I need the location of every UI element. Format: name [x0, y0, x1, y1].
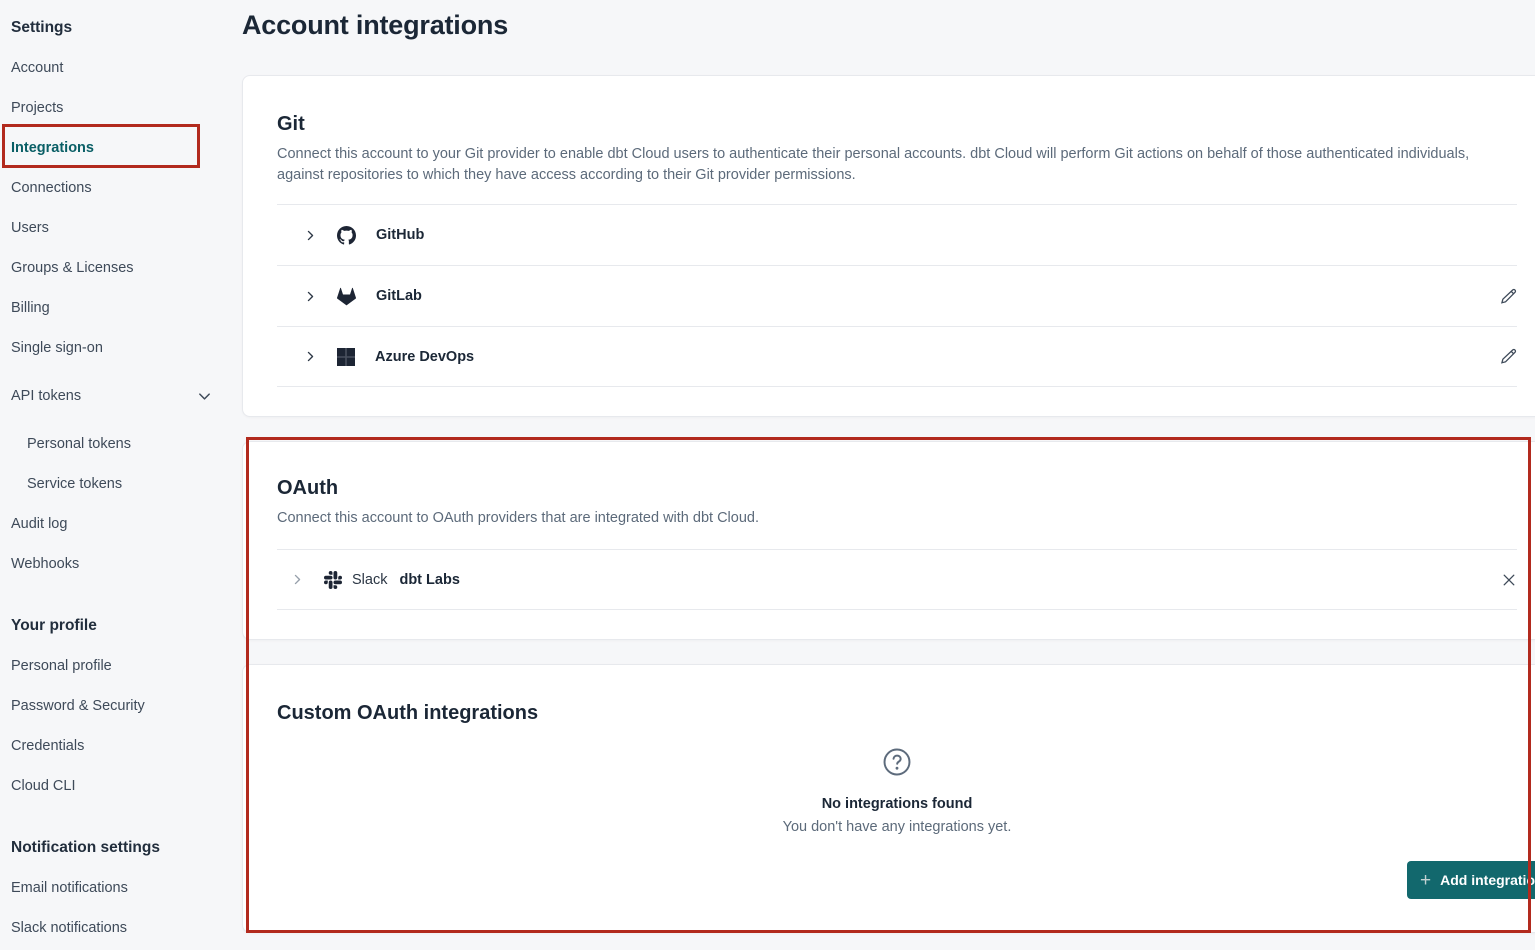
- azure-devops-icon: [337, 348, 355, 366]
- sidebar-item-label: Users: [11, 220, 49, 236]
- sidebar-item-email-notifications[interactable]: Email notifications: [0, 868, 242, 908]
- sidebar-item-label: Your profile: [11, 617, 97, 635]
- sidebar-item-cloud-cli[interactable]: Cloud CLI: [0, 766, 242, 806]
- sidebar-item-integrations[interactable]: Integrations: [0, 128, 242, 168]
- close-icon[interactable]: [1501, 572, 1517, 588]
- sidebar-item-label: Credentials: [11, 738, 84, 754]
- sidebar-item-personal-tokens[interactable]: Personal tokens: [0, 424, 242, 464]
- slack-icon: [324, 571, 342, 589]
- git-section-description: Connect this account to your Git provide…: [277, 144, 1517, 186]
- oauth-provider-label: Slack: [352, 572, 387, 588]
- sidebar-item-groups-and-licenses[interactable]: Groups & Licenses: [0, 248, 242, 288]
- git-provider-label: GitHub: [376, 227, 424, 243]
- git-provider-label: GitLab: [376, 288, 422, 304]
- sidebar-item-users[interactable]: Users: [0, 208, 242, 248]
- sidebar-header-settings: Settings: [0, 8, 242, 48]
- git-provider-list: GitHub GitLab Azure DevOps: [277, 204, 1517, 387]
- sidebar-item-connections[interactable]: Connections: [0, 168, 242, 208]
- chevron-right-icon[interactable]: [304, 229, 317, 242]
- question-circle-icon: [882, 747, 912, 782]
- sidebar-item-label: Personal tokens: [27, 436, 131, 452]
- sidebar-item-webhooks[interactable]: Webhooks: [0, 544, 242, 584]
- sidebar-item-personal-profile[interactable]: Personal profile: [0, 646, 242, 686]
- sidebar-item-label: Audit log: [11, 516, 67, 532]
- oauth-section: OAuth Connect this account to OAuth prov…: [242, 441, 1535, 640]
- oauth-section-heading: OAuth: [277, 476, 1517, 500]
- empty-state: No integrations found You don't have any…: [277, 747, 1517, 835]
- git-section-heading: Git: [277, 112, 1517, 136]
- oauth-integration-list: Slack dbt Labs: [277, 549, 1517, 610]
- sidebar-item-label: Groups & Licenses: [11, 260, 134, 276]
- chevron-right-icon[interactable]: [291, 573, 304, 586]
- sidebar-item-label: Cloud CLI: [11, 778, 75, 794]
- github-icon: [337, 226, 356, 245]
- sidebar-item-label: Password & Security: [11, 698, 145, 714]
- edit-icon[interactable]: [1500, 288, 1517, 305]
- sidebar-item-label: Integrations: [11, 140, 94, 156]
- sidebar-item-label: Single sign-on: [11, 340, 103, 356]
- sidebar-item-billing[interactable]: Billing: [0, 288, 242, 328]
- oauth-account-label: dbt Labs: [399, 572, 459, 588]
- empty-state-title: No integrations found: [822, 796, 973, 812]
- git-provider-row-github: GitHub: [277, 204, 1517, 265]
- sidebar-item-audit-log[interactable]: Audit log: [0, 504, 242, 544]
- sidebar-item-label: Slack notifications: [11, 920, 127, 936]
- add-integration-button[interactable]: + Add integration: [1407, 861, 1535, 899]
- sidebar-item-label: Service tokens: [27, 476, 122, 492]
- sidebar-item-label: Connections: [11, 180, 92, 196]
- oauth-integration-row-slack: Slack dbt Labs: [277, 549, 1517, 610]
- sidebar-item-label: Notification settings: [11, 839, 160, 857]
- sidebar-item-label: Settings: [11, 19, 72, 37]
- sidebar-item-label: Personal profile: [11, 658, 112, 674]
- sidebar-header-notification-settings: Notification settings: [0, 828, 242, 868]
- sidebar-item-credentials[interactable]: Credentials: [0, 726, 242, 766]
- sidebar-item-projects[interactable]: Projects: [0, 88, 242, 128]
- plus-icon: +: [1420, 871, 1431, 890]
- sidebar-item-slack-notifications[interactable]: Slack notifications: [0, 908, 242, 948]
- settings-sidebar: Settings Account Projects Integrations Conne…: [0, 0, 242, 950]
- sidebar-item-label: Account: [11, 60, 63, 76]
- page-title: Account integrations: [242, 10, 508, 41]
- sidebar-item-label: Email notifications: [11, 880, 128, 896]
- gitlab-icon: [337, 287, 356, 306]
- sidebar-item-api-tokens[interactable]: API tokens: [0, 376, 242, 416]
- oauth-section-description: Connect this account to OAuth providers …: [277, 508, 1517, 529]
- sidebar-item-account[interactable]: Account: [0, 48, 242, 88]
- edit-icon[interactable]: [1500, 348, 1517, 365]
- git-provider-row-azure-devops: Azure DevOps: [277, 326, 1517, 387]
- add-integration-label: Add integration: [1440, 872, 1535, 888]
- sidebar-item-label: API tokens: [11, 388, 81, 404]
- sidebar-item-service-tokens[interactable]: Service tokens: [0, 464, 242, 504]
- custom-oauth-heading: Custom OAuth integrations: [277, 701, 1517, 725]
- chevron-right-icon[interactable]: [304, 290, 317, 303]
- sidebar-header-your-profile: Your profile: [0, 606, 242, 646]
- git-provider-row-gitlab: GitLab: [277, 265, 1517, 326]
- git-provider-label: Azure DevOps: [375, 349, 474, 365]
- chevron-down-icon[interactable]: [197, 389, 212, 404]
- sidebar-item-label: Projects: [11, 100, 63, 116]
- sidebar-item-label: Webhooks: [11, 556, 79, 572]
- sidebar-item-single-sign-on[interactable]: Single sign-on: [0, 328, 242, 368]
- custom-oauth-section: Custom OAuth integrations No integration…: [242, 664, 1535, 933]
- empty-state-subtitle: You don't have any integrations yet.: [783, 819, 1012, 835]
- sidebar-item-password-and-security[interactable]: Password & Security: [0, 686, 242, 726]
- git-section: Git Connect this account to your Git pro…: [242, 75, 1535, 417]
- sidebar-item-label: Billing: [11, 300, 50, 316]
- chevron-right-icon[interactable]: [304, 350, 317, 363]
